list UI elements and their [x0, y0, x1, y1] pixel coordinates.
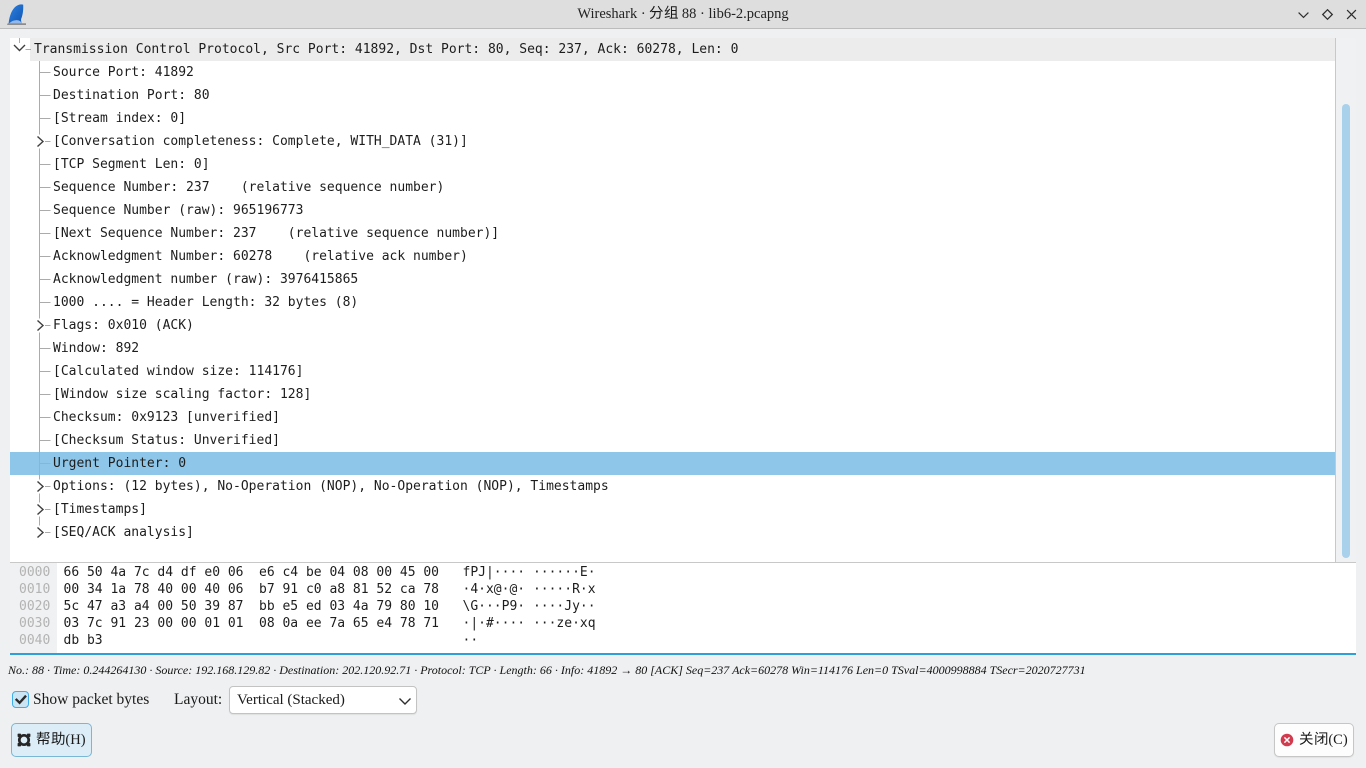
hex-hex2: 08 0a ee 7a 65 e4 78 71: [259, 615, 439, 632]
hex-hex1: 66 50 4a 7c d4 df e0 06: [64, 564, 244, 581]
cjk-glyph: [649, 5, 664, 20]
hex-ascii: fPJ|···· ······E·: [463, 564, 596, 581]
close-dialog-icon: [1280, 733, 1294, 747]
cjk-glyph: [51, 731, 66, 746]
hex-offset: 0010: [19, 581, 50, 598]
maximize-button[interactable]: [1321, 8, 1334, 21]
hex-hex1: 00 34 1a 78 40 00 40 06: [64, 581, 244, 598]
layout-select-value: Vertical (Stacked): [237, 687, 345, 713]
hex-offset: 0000: [19, 564, 50, 581]
show-packet-bytes-checkbox[interactable]: [12, 691, 29, 708]
tree-guide-lines: [10, 38, 1336, 562]
title-bar: Wireshark · 88 · lib6-2.pcapng: [0, 0, 1366, 29]
window-title: Wireshark · 88 · lib6-2.pcapng: [0, 0, 1366, 28]
hex-row[interactable]: 0020 5c 47 a3 a4 00 50 39 87 bb e5 ed 03 4…: [10, 598, 1356, 615]
hex-row[interactable]: 0040 db b3 ··: [10, 632, 1356, 649]
cjk-glyph: [36, 731, 51, 746]
hex-row[interactable]: 0010 00 34 1a 78 40 00 40 06 b7 91 c0 a8 8…: [10, 581, 1356, 598]
tree-scrollbar-thumb[interactable]: [1342, 104, 1350, 558]
cjk-glyph: [1314, 731, 1329, 746]
checkmark-icon: [14, 693, 28, 707]
diamond-maximize-icon: [1321, 8, 1334, 21]
hex-ascii: ·4·x@·@· ·····R·x: [463, 581, 596, 598]
hex-ascii: ·|·#···· ···ze·xq: [463, 615, 596, 632]
layout-select[interactable]: Vertical (Stacked): [229, 686, 417, 714]
button-content: (C): [1275, 724, 1353, 756]
hex-row[interactable]: 0030 03 7c 91 23 00 00 01 01 08 0a ee 7a 6…: [10, 615, 1356, 632]
hex-ascii: \G···P9· ····Jy··: [463, 598, 596, 615]
chevron-down-icon: [1297, 8, 1310, 21]
hex-hex2: e6 c4 be 04 08 00 45 00: [259, 564, 439, 581]
help-button-label: (H): [36, 731, 85, 749]
close-button-label: (C): [1299, 731, 1347, 749]
hex-offset: 0040: [19, 632, 50, 649]
focus-underline: [10, 653, 1356, 655]
cjk-glyph: [664, 5, 679, 20]
hex-hex1: 03 7c 91 23 00 00 01 01: [64, 615, 244, 632]
layout-label: Layout:: [174, 690, 222, 709]
hex-offset: 0020: [19, 598, 50, 615]
hex-hex1: 5c 47 a3 a4 00 50 39 87: [64, 598, 244, 615]
help-button[interactable]: (H): [11, 723, 92, 757]
chevron-down-icon: [398, 694, 412, 708]
help-buoy-icon: [17, 733, 31, 747]
button-content: (H): [12, 724, 91, 756]
tree-scrollbar-track[interactable]: [1336, 38, 1356, 562]
close-window-button[interactable]: [1345, 8, 1358, 21]
cjk-glyph: [1299, 731, 1314, 746]
close-x-icon: [1345, 8, 1358, 21]
close-button[interactable]: (C): [1274, 723, 1354, 757]
hex-hex2: bb e5 ed 03 4a 79 80 10: [259, 598, 439, 615]
minimize-button[interactable]: [1297, 8, 1310, 21]
hex-ascii: ··: [463, 632, 479, 649]
show-packet-bytes-label[interactable]: Show packet bytes: [33, 690, 149, 709]
packet-summary-status: No.: 88 · Time: 0.244264130 · Source: 19…: [8, 662, 1358, 679]
hex-offset: 0030: [19, 615, 50, 632]
hex-hex1: db b3: [64, 632, 103, 649]
hex-row[interactable]: 0000 66 50 4a 7c d4 df e0 06 e6 c4 be 04 0…: [10, 564, 1356, 581]
hex-hex2: b7 91 c0 a8 81 52 ca 78: [259, 581, 439, 598]
packet-bytes-pane: 0000 66 50 4a 7c d4 df e0 06 e6 c4 be 04 0…: [10, 563, 1356, 653]
